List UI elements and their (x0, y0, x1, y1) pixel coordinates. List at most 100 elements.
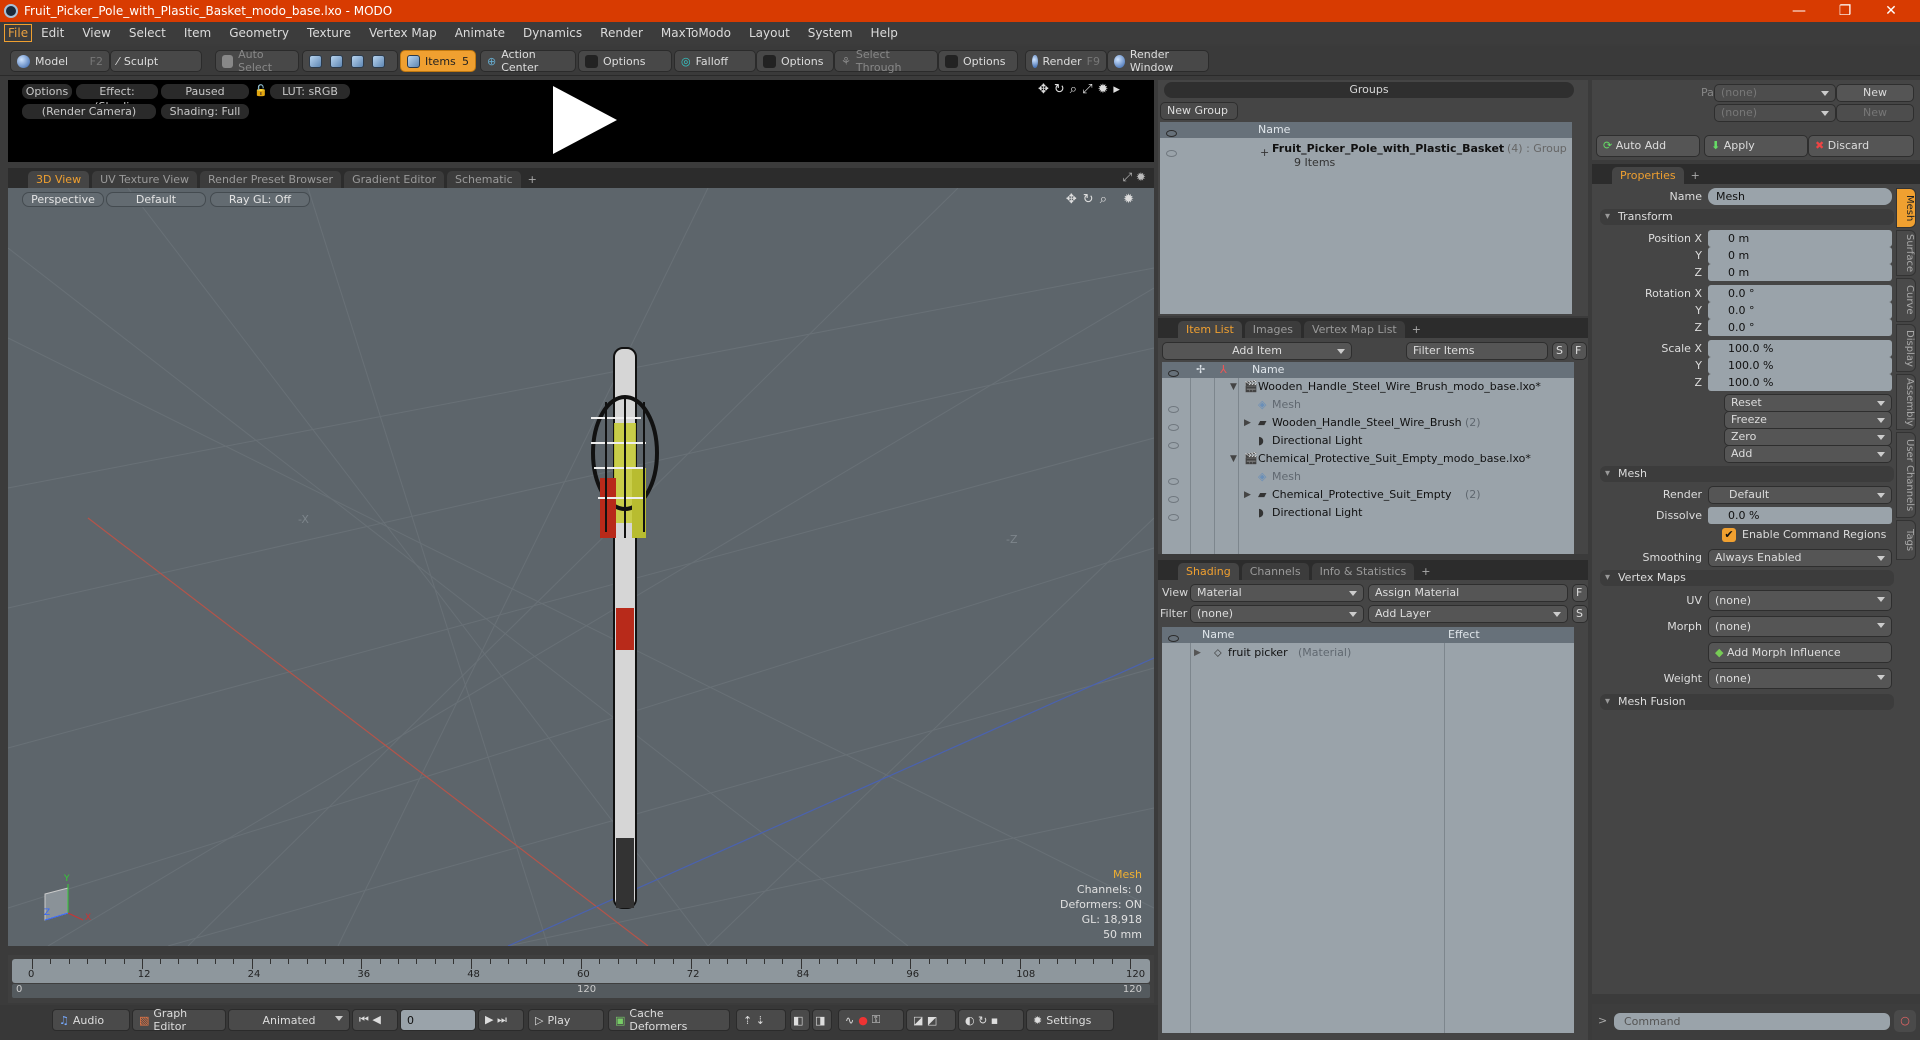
uv-dropdown[interactable]: (none) (1708, 590, 1892, 611)
eye-icon[interactable] (1166, 145, 1177, 163)
sculpt-mode-button[interactable]: ⁄ Sculpt (110, 50, 202, 72)
view-style-dropdown[interactable]: Default (106, 192, 206, 207)
tab-vertex-map-list[interactable]: Vertex Map List (1303, 321, 1405, 338)
cache-deformers-button[interactable]: ▣ Cache Deformers (608, 1007, 730, 1033)
tab-images[interactable]: Images (1244, 321, 1301, 338)
rotation-z-field[interactable]: 0.0 ° (1708, 319, 1892, 336)
item-row[interactable]: ◗ Directional Light (1162, 504, 1574, 522)
settings-button[interactable]: ✹ Settings (1026, 1009, 1114, 1031)
collapse-triangle-icon[interactable]: ▼ (1230, 378, 1237, 396)
preview-effect-dropdown[interactable]: Effect: (Shadi... (76, 84, 158, 113)
tab-uv-texture-view[interactable]: UV Texture View (92, 171, 198, 188)
scale-y-field[interactable]: 100.0 % (1708, 357, 1892, 374)
render-window-button[interactable]: Render Window (1107, 48, 1209, 74)
tab-shading[interactable]: Shading (1178, 563, 1239, 580)
graph-editor-button[interactable]: ▧ Graph Editor (132, 1007, 226, 1033)
onion-buttons[interactable]: ◐ ↻ ▪ (958, 1009, 1024, 1031)
s-button[interactable]: S (1572, 605, 1588, 623)
side-tab-surface[interactable]: Surface (1896, 230, 1916, 276)
mesh-section[interactable]: Mesh (1600, 466, 1894, 482)
f-button[interactable]: F (1571, 342, 1587, 360)
lock-icon[interactable]: 🔓 (254, 84, 268, 97)
add-tab-button[interactable]: + (1408, 321, 1425, 338)
side-tab-tags[interactable]: Tags (1896, 520, 1916, 560)
key-upload-buttons[interactable]: ⇡ ⇣ (736, 1009, 786, 1031)
menu-view[interactable]: View (73, 26, 119, 40)
enable-command-regions-checkbox[interactable]: ✔ (1722, 528, 1736, 542)
minimize-button[interactable]: — (1776, 0, 1822, 22)
filter-dropdown[interactable]: (none) (1190, 605, 1364, 623)
add-tab-button[interactable]: + (1687, 167, 1704, 184)
items-mode-button[interactable]: Items 5 (400, 50, 476, 72)
play-button[interactable]: ▷ Play (528, 1009, 604, 1031)
passes-dropdown[interactable]: (none) (1714, 104, 1836, 122)
timeline-ruler[interactable]: 0 12 24 36 48 60 72 84 96 108 120 (12, 959, 1150, 983)
expand-triangle-icon[interactable]: ▶ (1194, 644, 1201, 662)
projection-dropdown[interactable]: Perspective (22, 192, 104, 207)
menu-dynamics[interactable]: Dynamics (514, 26, 591, 40)
animation-mode-dropdown[interactable]: Animated (228, 1009, 350, 1031)
vertex-maps-section[interactable]: Vertex Maps (1600, 570, 1894, 586)
add-tab-button[interactable]: + (1417, 563, 1434, 580)
auto-add-button[interactable]: ⟳ Auto Add (1596, 135, 1700, 157)
pass-groups-dropdown[interactable]: (none) (1714, 84, 1836, 102)
reset-dropdown[interactable]: Reset (1724, 394, 1892, 412)
s-button[interactable]: S (1552, 342, 1568, 360)
side-tab-display[interactable]: Display (1896, 324, 1916, 372)
item-row[interactable]: ◗ Directional Light (1162, 432, 1574, 450)
maximize-button[interactable]: ❐ (1822, 0, 1868, 22)
model-mode-button[interactable]: Model F2 (10, 50, 110, 72)
action-center-button[interactable]: ⊕ Action Center (480, 48, 576, 74)
materials-mode-icon[interactable] (372, 54, 385, 68)
add-tab-button[interactable]: + (524, 171, 541, 188)
go-start-prev-key-buttons[interactable]: ⏮ ◀ (352, 1009, 398, 1031)
zero-dropdown[interactable]: Zero (1724, 428, 1892, 446)
eye-icon[interactable] (1168, 509, 1179, 527)
side-tab-curve[interactable]: Curve (1896, 278, 1916, 322)
command-input[interactable]: Command (1614, 1013, 1890, 1030)
item-row[interactable]: ◈ Mesh (1162, 468, 1574, 486)
falloff-button[interactable]: ◎ Falloff (674, 50, 756, 72)
key-step-buttons[interactable]: ◪ ◩ (906, 1009, 956, 1031)
auto-select-button[interactable]: Auto Select (215, 48, 299, 74)
material-row[interactable]: ▶ ⬦ fruit picker (Material) (1162, 644, 1574, 662)
add-layer-dropdown[interactable]: Add Layer (1368, 605, 1568, 623)
add-dropdown[interactable]: Add (1724, 445, 1892, 463)
scale-z-field[interactable]: 100.0 % (1708, 374, 1892, 391)
expand-triangle-icon[interactable]: ▶ (1244, 414, 1251, 432)
menu-select[interactable]: Select (120, 26, 175, 40)
tab-item-list[interactable]: Item List (1178, 321, 1242, 338)
prev-key-button[interactable]: ◧ (790, 1009, 810, 1031)
expand-triangle-icon[interactable]: ▶ (1244, 486, 1251, 504)
close-button[interactable]: ✕ (1868, 0, 1914, 22)
preview-paused-button[interactable]: Paused (161, 84, 249, 99)
raygl-dropdown[interactable]: Ray GL: Off (210, 192, 310, 207)
side-tab-assembly[interactable]: Assembly (1896, 374, 1916, 430)
filter-items-input[interactable]: Filter Items (1406, 342, 1548, 360)
audio-button[interactable]: ♫ Audio (52, 1009, 130, 1031)
side-tab-mesh[interactable]: Mesh (1896, 188, 1916, 228)
menu-edit[interactable]: Edit (32, 26, 73, 40)
tab-channels[interactable]: Channels (1241, 563, 1309, 580)
next-key-nav-button[interactable]: ◨ (812, 1009, 832, 1031)
tab-properties[interactable]: Properties (1612, 167, 1684, 184)
lut-dropdown[interactable]: LUT: sRGB (270, 84, 350, 99)
3d-viewport[interactable]: Perspective Default Ray GL: Off ✥↻⌕ ✹ -X… (8, 188, 1154, 946)
action-center-options-button[interactable]: Options (578, 50, 672, 72)
group-row[interactable]: + Fruit_Picker_Pole_with_Plastic_Basket … (1160, 140, 1572, 172)
menu-help[interactable]: Help (862, 26, 907, 40)
command-history-icon[interactable]: ○ (1894, 1010, 1916, 1032)
item-row[interactable]: ▼ 🎬 Chemical_Protective_Suit_Empty_modo_ba… (1162, 450, 1574, 468)
polygons-mode-icon[interactable] (351, 54, 364, 68)
record-key-buttons[interactable]: ∿ ● ⚿ (838, 1009, 904, 1031)
item-row[interactable]: ▶ ▰ Chemical_Protective_Suit_Empty (2) (1162, 486, 1574, 504)
menu-texture[interactable]: Texture (298, 26, 360, 40)
view-dropdown[interactable]: Material (1190, 584, 1364, 602)
item-row[interactable]: ▼ 🎬 Wooden_Handle_Steel_Wire_Brush_modo_ba… (1162, 378, 1574, 396)
apply-button[interactable]: ⬇ Apply (1704, 135, 1808, 157)
edges-mode-icon[interactable] (330, 54, 343, 68)
menu-animate[interactable]: Animate (446, 26, 514, 40)
tab-render-preset-browser[interactable]: Render Preset Browser (200, 171, 342, 188)
next-key-go-end-buttons[interactable]: ▶ ⏭ (478, 1009, 524, 1031)
menu-layout[interactable]: Layout (740, 26, 799, 40)
